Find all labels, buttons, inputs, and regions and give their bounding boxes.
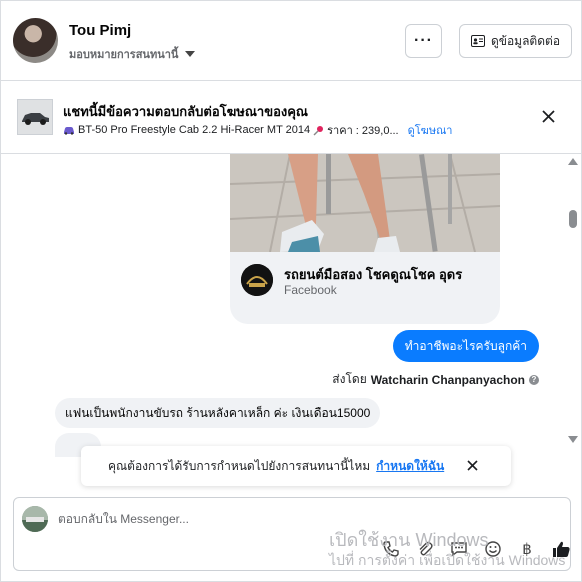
shared-post-card[interactable]: รถยนต์มือสอง โชคดูณโชค อุดร Facebook bbox=[230, 154, 500, 324]
assign-prompt-text: คุณต้องการได้รับการกำหนดไปยังการสนทนานี้… bbox=[108, 458, 371, 473]
scroll-up-arrow[interactable] bbox=[568, 158, 578, 165]
assign-to-me-link[interactable]: กำหนดให้ฉัน bbox=[376, 457, 444, 476]
sent-by-name: Watcharin Chanpanyachon bbox=[370, 372, 525, 387]
scroll-down-arrow[interactable] bbox=[568, 436, 578, 443]
sent-by-label: ส่งโดย bbox=[332, 372, 367, 386]
ad-product-name: BT-50 Pro Freestyle Cab 2.2 Hi-Racer MT … bbox=[78, 124, 311, 136]
car-icon bbox=[64, 127, 74, 135]
baht-icon[interactable]: ฿ bbox=[516, 538, 538, 560]
close-icon[interactable] bbox=[467, 460, 478, 471]
view-ad-link[interactable]: ดูโฆษณา bbox=[408, 121, 453, 139]
assign-prompt-toast: คุณต้องการได้รับการกำหนดไปยังการสนทนานี้… bbox=[81, 446, 511, 486]
view-contact-details-button[interactable]: ดูข้อมูลติดต่อ bbox=[459, 24, 572, 58]
caret-down-icon bbox=[185, 51, 196, 57]
phone-icon[interactable] bbox=[380, 538, 402, 560]
sender-page-avatar bbox=[22, 506, 48, 532]
contact-card-icon bbox=[470, 35, 485, 47]
page-logo-avatar bbox=[241, 264, 273, 296]
gif-icon[interactable] bbox=[448, 538, 470, 560]
attach-icon[interactable] bbox=[414, 538, 436, 560]
thumbs-up-icon[interactable] bbox=[550, 538, 572, 560]
scrollbar-thumb[interactable] bbox=[569, 210, 577, 228]
ad-product-line: BT-50 Pro Freestyle Cab 2.2 Hi-Racer MT … bbox=[63, 121, 452, 139]
ad-reply-title: แชทนี้มีข้อความตอบกลับต่อโฆษณาของคุณ bbox=[63, 104, 308, 119]
assign-label: มอบหมายการสนทนานี้ bbox=[69, 49, 179, 61]
car-lot-image bbox=[22, 506, 48, 532]
sent-by-line: ส่งโดย Watcharin Chanpanyachon ? bbox=[332, 370, 539, 389]
assign-conversation-dropdown[interactable]: มอบหมายการสนทนานี้ bbox=[69, 45, 196, 63]
conversation-panel: Tou Pimj มอบหมายการสนทนานี้ ··· ดูข้อมูล… bbox=[0, 0, 582, 582]
more-options-button[interactable]: ··· bbox=[405, 24, 442, 58]
page-logo-icon bbox=[241, 264, 273, 296]
ad-reply-banner: แชทนี้มีข้อความตอบกลับต่อโฆษณาของคุณ BT-… bbox=[1, 81, 582, 154]
ad-thumbnail[interactable] bbox=[17, 99, 53, 135]
car-thumbnail-image bbox=[18, 100, 52, 134]
message-thread[interactable]: รถยนต์มือสอง โชคดูณโชค อุดร Facebook ทำอ… bbox=[1, 154, 582, 497]
pin-icon bbox=[313, 125, 324, 135]
shared-post-title: รถยนต์มือสอง โชคดูณโชค อุดร bbox=[284, 267, 463, 282]
conversation-header: Tou Pimj มอบหมายการสนทนานี้ ··· ดูข้อมูล… bbox=[1, 1, 582, 81]
ad-price: ราคา : 239,0... bbox=[327, 125, 399, 137]
reply-input[interactable] bbox=[58, 506, 358, 532]
close-icon[interactable] bbox=[542, 110, 555, 123]
tiled-floor-photo bbox=[230, 154, 500, 252]
composer-toolbar: ฿ bbox=[380, 538, 572, 560]
contact-name[interactable]: Tou Pimj bbox=[69, 22, 131, 39]
contact-avatar[interactable] bbox=[13, 18, 58, 63]
info-icon[interactable]: ? bbox=[529, 374, 539, 385]
shared-post-source: Facebook bbox=[284, 283, 337, 297]
shared-post-image bbox=[230, 154, 500, 252]
incoming-message-bubble[interactable]: แฟนเป็นพนักงานขับรถ ร้านหลังคาเหล็ก ค่ะ … bbox=[55, 398, 381, 428]
reply-composer: ฿ bbox=[13, 497, 571, 571]
outgoing-message-bubble[interactable]: ทำอาชีพอะไรครับลูกค้า bbox=[392, 330, 539, 362]
svg-text:฿: ฿ bbox=[522, 540, 532, 558]
view-contact-details-label: ดูข้อมูลติดต่อ bbox=[490, 33, 561, 48]
emoji-icon[interactable] bbox=[482, 538, 504, 560]
